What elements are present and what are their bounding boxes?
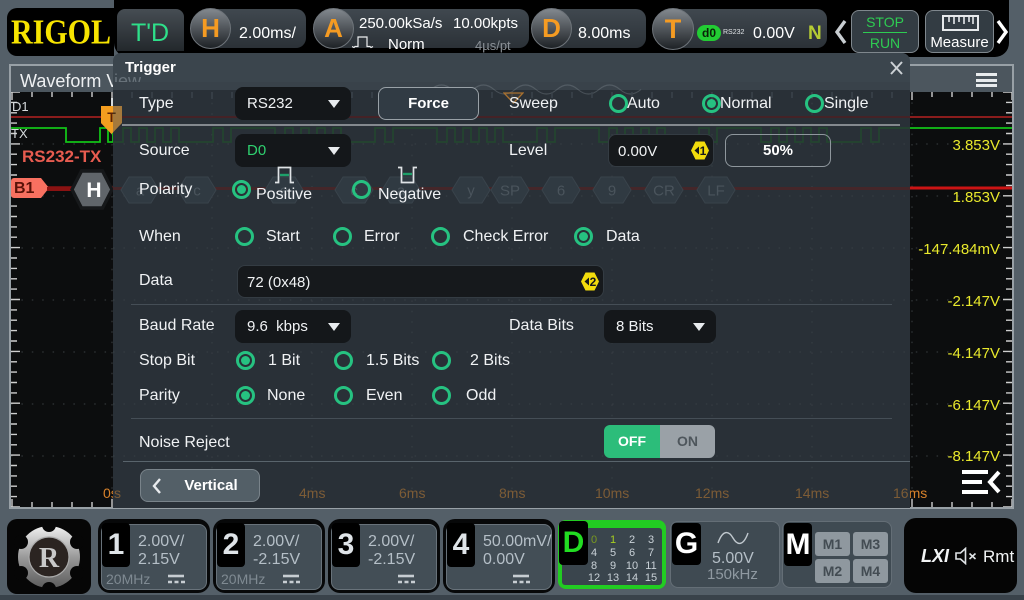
svg-text:SP: SP	[500, 183, 520, 200]
svg-text:CR: CR	[653, 183, 675, 200]
svg-text:H: H	[86, 179, 101, 202]
svg-text:c: c	[193, 183, 201, 200]
svg-text:LF: LF	[707, 183, 725, 200]
svg-text:2: 2	[590, 275, 597, 289]
svg-text:y: y	[467, 183, 475, 200]
svg-text:T: T	[107, 109, 113, 125]
svg-text:1: 1	[700, 144, 707, 158]
svg-text:9: 9	[608, 183, 616, 200]
svg-text:6: 6	[557, 183, 565, 200]
svg-text:R: R	[39, 543, 60, 574]
